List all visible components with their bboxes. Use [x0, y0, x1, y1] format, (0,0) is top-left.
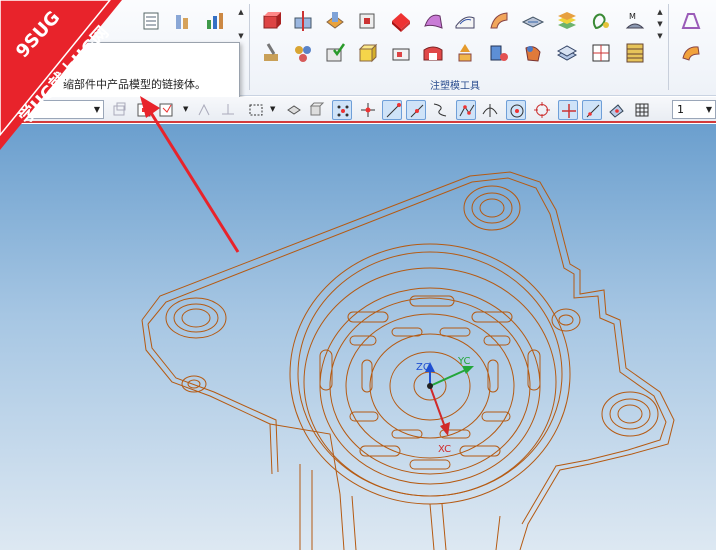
point-on-curve-snap-icon[interactable]: [582, 100, 602, 120]
end-point-snap-icon[interactable]: [382, 100, 402, 120]
yc-axis-label: YC: [458, 356, 471, 367]
mold-tool-layer-button[interactable]: [554, 40, 580, 66]
chevron-down-icon: ▼: [93, 105, 100, 114]
mold-tool-cavity-button[interactable]: [420, 40, 446, 66]
mold-tool-sweep-button[interactable]: [486, 8, 512, 34]
mold-tool-rack-button[interactable]: [622, 40, 648, 66]
mold-tool-m-button[interactable]: M: [622, 8, 648, 34]
mold-tool-curve-surface-button[interactable]: [420, 8, 446, 34]
mold-tool-patch-button[interactable]: [322, 8, 348, 34]
solid-filter-icon[interactable]: [284, 100, 304, 120]
body-filter-icon[interactable]: [306, 100, 326, 120]
move-icon[interactable]: [358, 100, 378, 120]
assembly-select-icon[interactable]: [110, 100, 130, 120]
arc-center-snap-icon[interactable]: [506, 100, 526, 120]
mold-tool-multi-button[interactable]: [290, 40, 316, 66]
type-filter-dropdown[interactable]: ▼: [0, 100, 104, 119]
select-part-icon[interactable]: [156, 100, 176, 120]
intersection-snap-icon[interactable]: [480, 100, 500, 120]
snap-point-icon[interactable]: [194, 100, 214, 120]
svg-text:M: M: [629, 12, 636, 21]
ribbon-chart-button[interactable]: [202, 8, 228, 34]
control-point-snap-icon[interactable]: [456, 100, 476, 120]
ribbon-feature-button[interactable]: [678, 40, 704, 66]
ribbon-bars-button[interactable]: [170, 8, 196, 34]
scale-value: 1: [677, 103, 684, 116]
selection-toolbar: ▼ ▼ ▼ 1 ▼: [0, 97, 716, 123]
tooltip: 缩部件中产品模型的链接体。: [4, 42, 240, 100]
existing-point-snap-icon[interactable]: [558, 100, 578, 120]
tooltip-text: 缩部件中产品模型的链接体。: [63, 78, 206, 91]
mold-tool-cutter-button[interactable]: [520, 40, 546, 66]
mold-tool-lifter-button[interactable]: [452, 40, 478, 66]
vertex-snap-icon[interactable]: [332, 100, 352, 120]
mold-group-scroll[interactable]: ▲ ▼ ▼: [655, 6, 665, 42]
mold-tool-target-button[interactable]: [588, 40, 614, 66]
ribbon-left-scroll[interactable]: ▲ ▼: [236, 6, 246, 42]
mold-tool-box-button[interactable]: [258, 8, 284, 34]
mold-tool-split-button[interactable]: [290, 8, 316, 34]
curve-snap-icon[interactable]: [430, 100, 450, 120]
scale-dropdown[interactable]: 1 ▼: [672, 100, 716, 119]
point-on-face-snap-icon[interactable]: [606, 100, 626, 120]
rectangle-select-icon[interactable]: [246, 100, 266, 120]
mold-tool-check-button[interactable]: [322, 40, 348, 66]
mold-tool-face-button[interactable]: [452, 8, 478, 34]
part-wireframe[interactable]: [0, 124, 716, 550]
quadrant-snap-icon[interactable]: [532, 100, 552, 120]
xc-axis-label: XC: [438, 444, 452, 455]
mold-tool-loop-button[interactable]: [588, 8, 614, 34]
mold-tool-stack-button[interactable]: [554, 8, 580, 34]
select-component-icon[interactable]: [134, 100, 154, 120]
chevron-down-icon[interactable]: ▼: [183, 105, 188, 113]
zc-axis-label: ZC: [416, 362, 430, 373]
ribbon-separator: [249, 4, 250, 90]
ribbon-trim-button[interactable]: [678, 8, 704, 34]
graphics-viewport[interactable]: ZC YC XC: [0, 124, 716, 550]
ribbon-group-label: 注塑模工具: [430, 81, 480, 92]
grid-snap-icon[interactable]: [632, 100, 652, 120]
mold-tool-yellow-box-button[interactable]: [354, 40, 380, 66]
snap-dimension-icon[interactable]: [218, 100, 238, 120]
chevron-down-icon[interactable]: ▼: [270, 105, 275, 113]
ribbon-separator: [668, 4, 669, 90]
mold-tool-slider-button[interactable]: [486, 40, 512, 66]
ribbon-list-button[interactable]: [138, 8, 164, 34]
mold-tool-plate-button[interactable]: [520, 8, 546, 34]
mid-point-snap-icon[interactable]: [406, 100, 426, 120]
mold-tool-block-button[interactable]: [354, 8, 380, 34]
mold-tool-surface-button[interactable]: [388, 8, 414, 34]
chevron-down-icon: ▼: [705, 105, 712, 114]
mold-tool-brush-button[interactable]: [258, 40, 284, 66]
mold-tool-block2-button[interactable]: [388, 40, 414, 66]
